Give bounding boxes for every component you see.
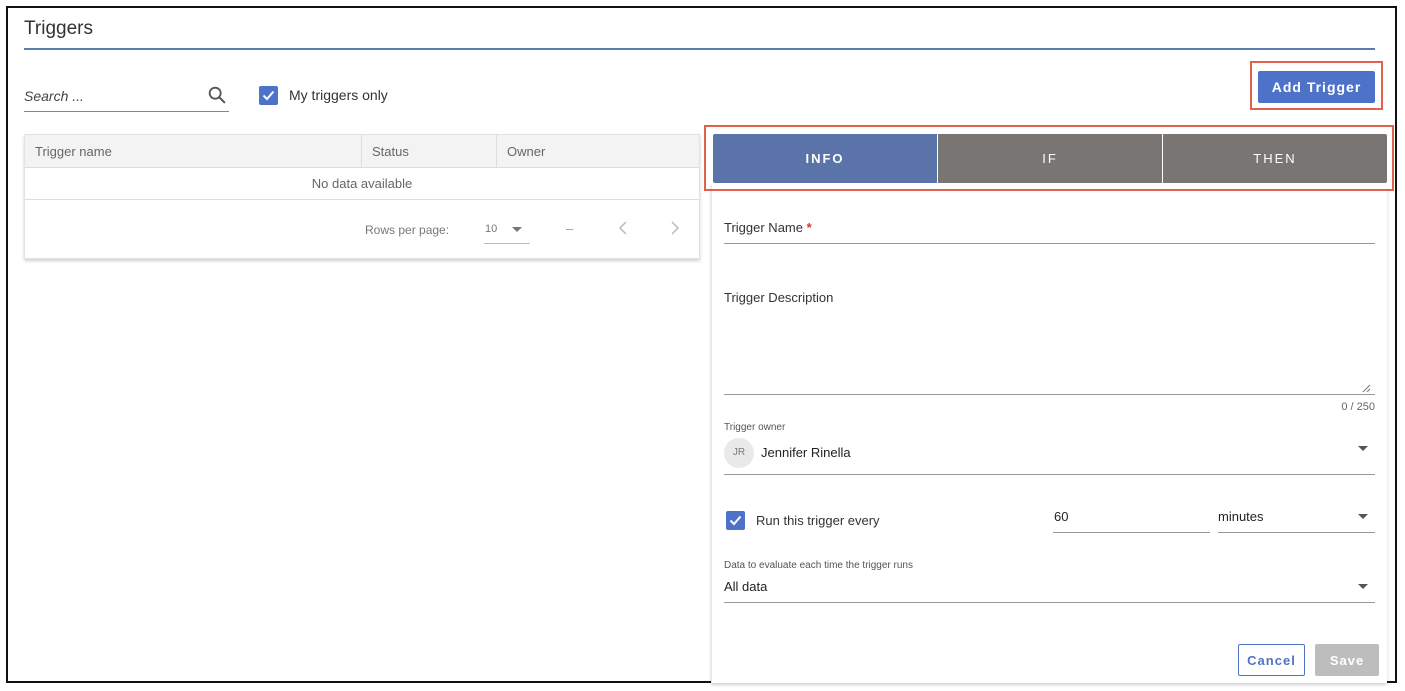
table-pagination: Rows per page: 10 –	[25, 200, 699, 260]
search-field[interactable]	[24, 82, 229, 112]
trigger-name-label: Trigger Name	[724, 220, 803, 235]
chevron-down-icon	[512, 227, 522, 232]
chevron-down-icon[interactable]	[1358, 584, 1368, 589]
required-marker: *	[806, 220, 812, 235]
search-icon[interactable]	[206, 84, 228, 106]
interval-unit-underline	[1218, 532, 1375, 533]
trigger-description-label: Trigger Description	[724, 290, 834, 305]
rows-per-page-label: Rows per page:	[365, 223, 450, 237]
page-range-text: –	[566, 221, 574, 236]
data-scope-underline	[724, 602, 1375, 603]
tab-if[interactable]: IF	[938, 134, 1163, 183]
interval-input[interactable]: 60	[1054, 509, 1068, 524]
checkmark-icon	[729, 515, 742, 526]
add-trigger-button[interactable]: Add Trigger	[1258, 71, 1375, 103]
column-header-status[interactable]: Status	[362, 135, 497, 168]
chevron-down-icon[interactable]	[1358, 446, 1368, 451]
column-header-trigger-name[interactable]: Trigger name	[25, 135, 362, 168]
column-header-owner[interactable]: Owner	[497, 135, 701, 168]
rows-per-page-value: 10	[485, 223, 498, 235]
triggers-table: Trigger name Status Owner No data availa…	[24, 134, 700, 259]
trigger-owner-label: Trigger owner	[724, 422, 786, 433]
my-triggers-only-label[interactable]: My triggers only	[289, 87, 388, 103]
trigger-description-textarea[interactable]	[724, 310, 1375, 394]
trigger-editor-panel	[711, 186, 1387, 683]
page-title: Triggers	[24, 18, 93, 39]
my-triggers-only-checkbox[interactable]	[259, 86, 278, 105]
tab-info[interactable]: INFO	[713, 134, 938, 183]
editor-tabs: INFO IF THEN	[713, 134, 1387, 183]
resize-handle-icon[interactable]	[1362, 384, 1371, 393]
empty-table-message: No data available	[25, 168, 699, 200]
run-every-label[interactable]: Run this trigger every	[756, 513, 880, 528]
chevron-right-icon[interactable]	[667, 220, 681, 236]
table-header: Trigger name Status Owner	[25, 135, 699, 168]
trigger-description-underline	[724, 394, 1375, 395]
trigger-owner-value[interactable]: Jennifer Rinella	[761, 445, 851, 460]
checkmark-icon	[262, 90, 275, 101]
data-scope-label: Data to evaluate each time the trigger r…	[724, 560, 913, 571]
trigger-name-underline	[724, 243, 1375, 244]
interval-underline	[1053, 532, 1210, 533]
avatar: JR	[724, 438, 754, 468]
rows-per-page-select[interactable]: 10	[484, 216, 530, 244]
description-char-counter: 0 / 250	[1341, 401, 1375, 413]
search-input[interactable]	[24, 85, 194, 107]
cancel-button[interactable]: Cancel	[1238, 644, 1305, 676]
tab-then[interactable]: THEN	[1163, 134, 1387, 183]
trigger-owner-underline	[724, 474, 1375, 475]
chevron-left-icon[interactable]	[617, 220, 631, 236]
chevron-down-icon[interactable]	[1358, 514, 1368, 519]
run-every-checkbox[interactable]	[726, 511, 745, 530]
title-divider	[24, 48, 1375, 50]
trigger-name-field[interactable]: Trigger Name *	[724, 220, 812, 235]
data-scope-select[interactable]: All data	[724, 579, 767, 594]
interval-unit-select[interactable]: minutes	[1218, 509, 1264, 524]
save-button[interactable]: Save	[1315, 644, 1379, 676]
